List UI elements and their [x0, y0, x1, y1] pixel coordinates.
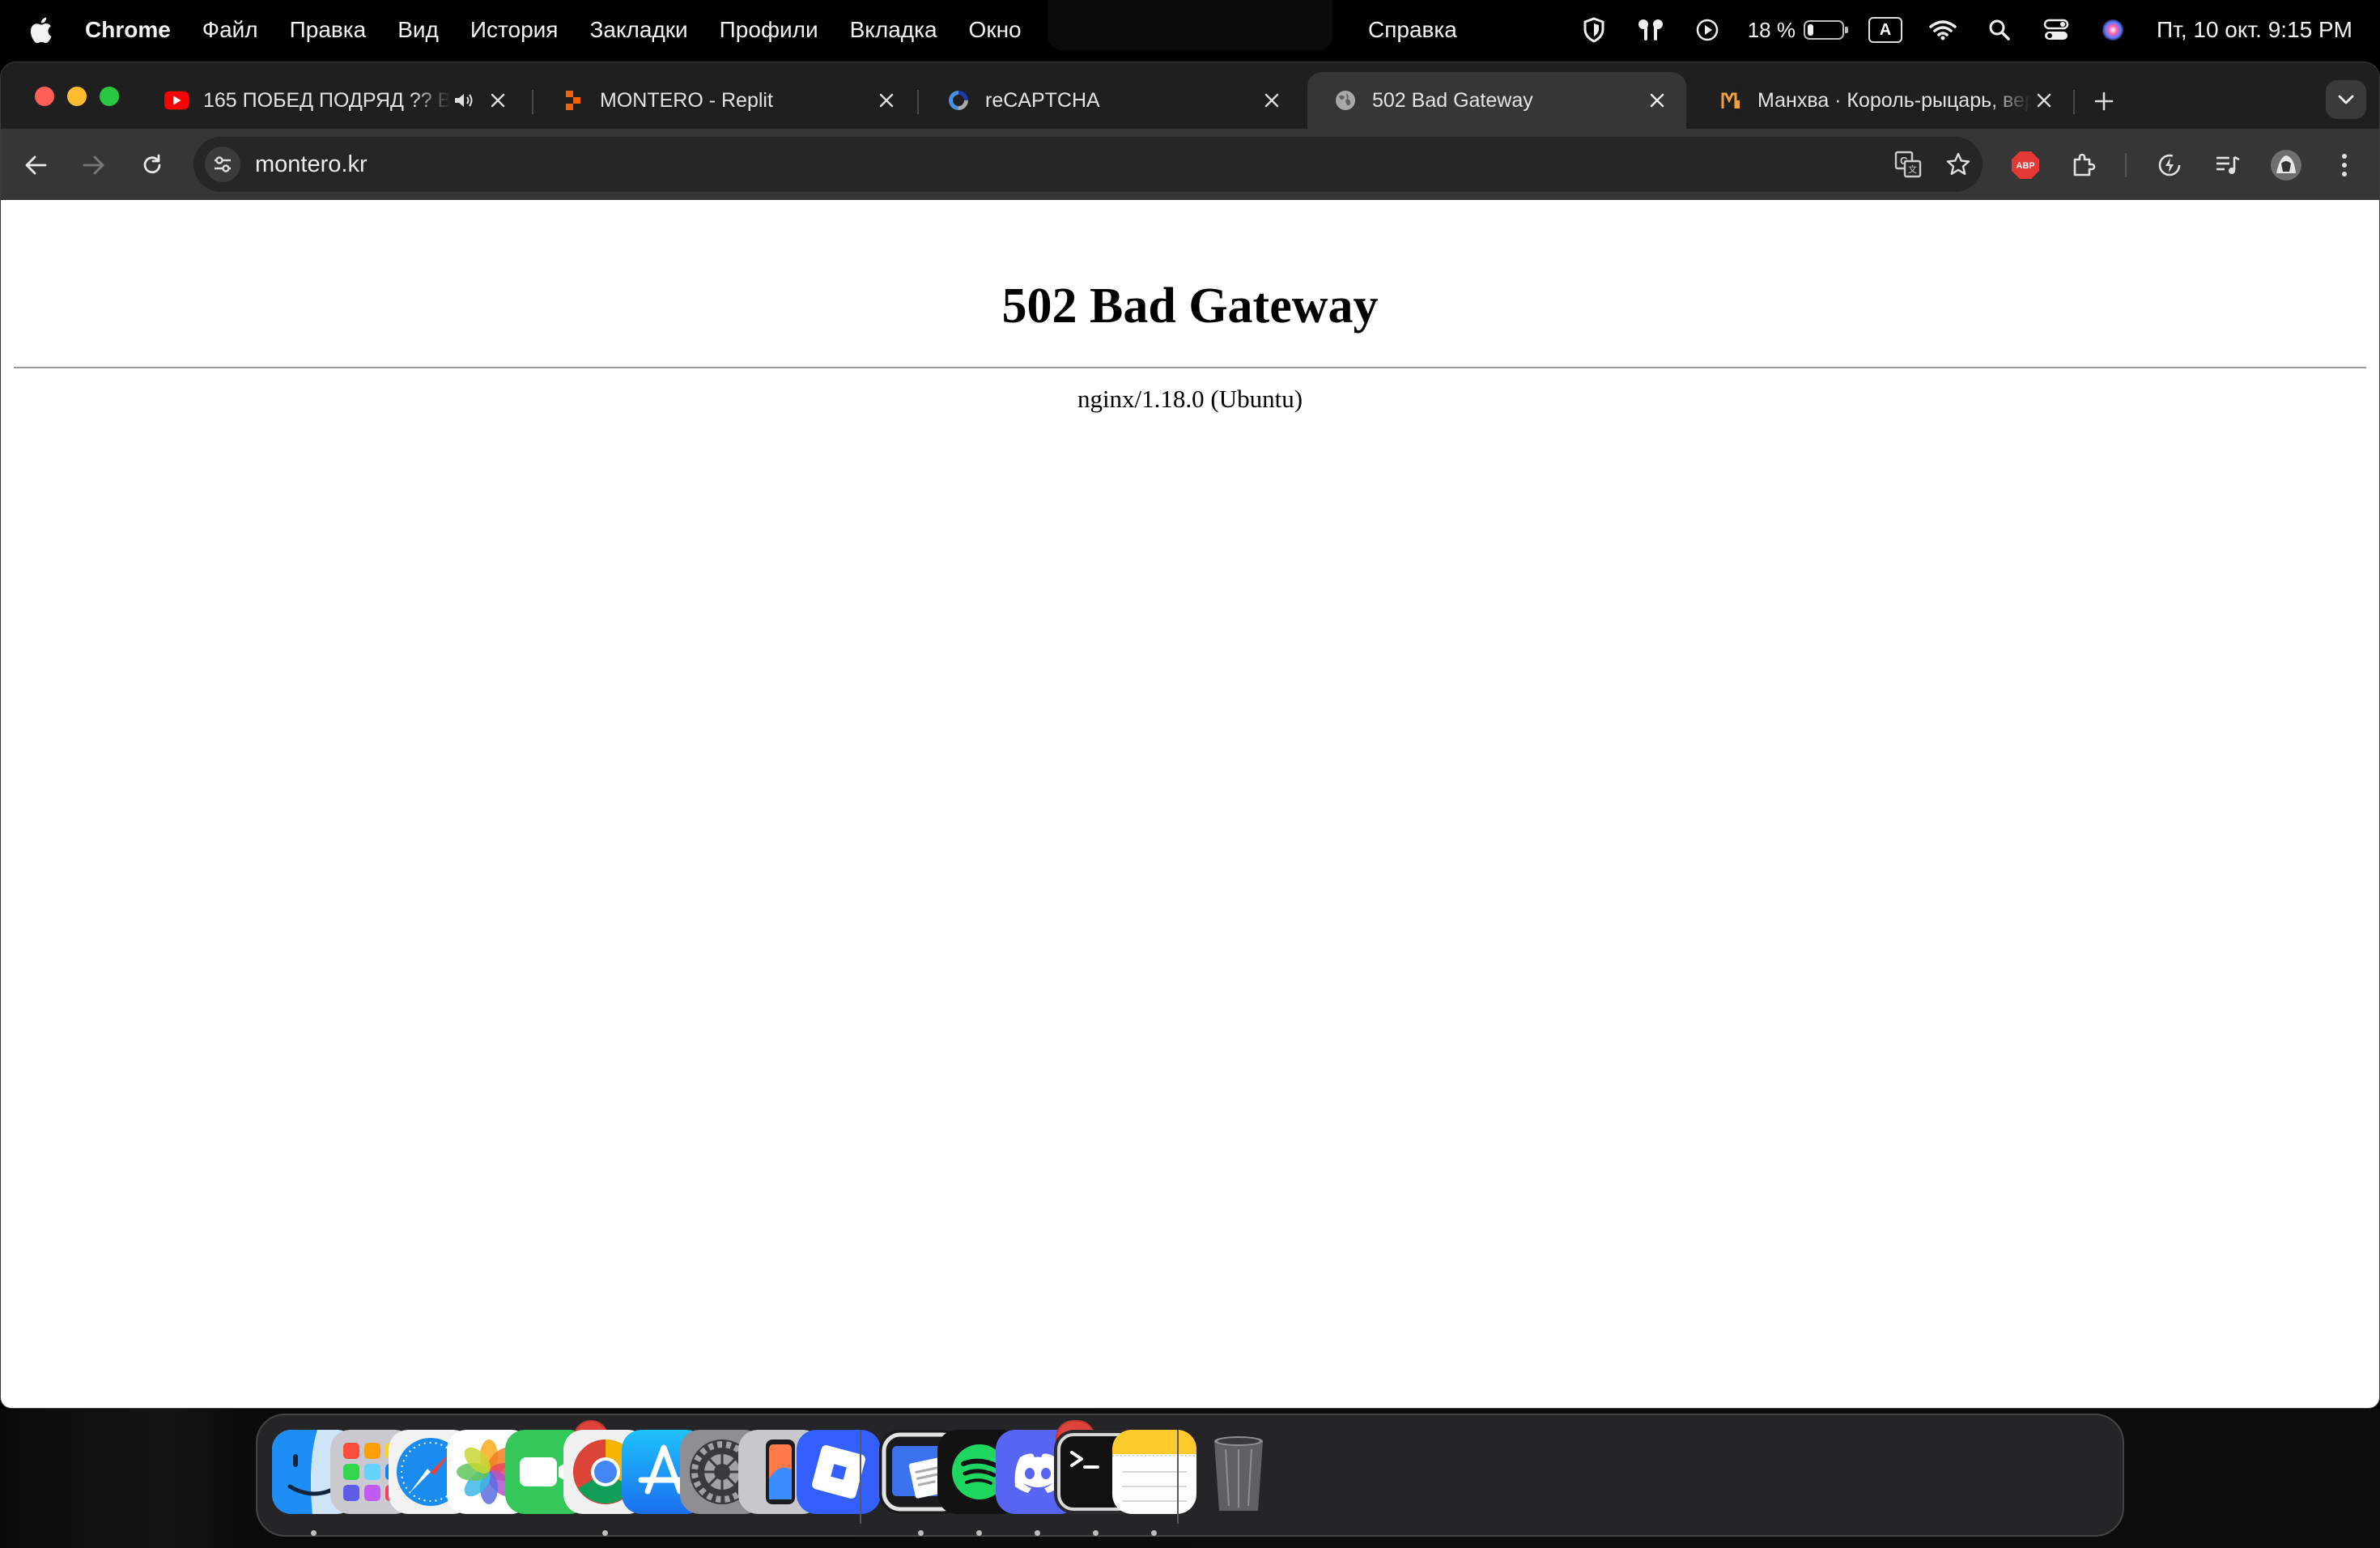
dock-separator: [860, 1430, 861, 1524]
apple-menu-icon[interactable]: [29, 15, 57, 45]
forward-arrow-icon[interactable]: [75, 147, 113, 184]
tab-title: 165 ПОБЕД ПОДРЯД ?? ВЕЧ: [203, 88, 451, 112]
svg-text:ABP: ABP: [2016, 161, 2034, 171]
more-menu-icon[interactable]: [2326, 147, 2363, 184]
dock-separator: [1177, 1430, 1179, 1524]
extensions-puzzle-icon[interactable]: [2065, 147, 2102, 184]
replit-icon: [561, 88, 585, 113]
performance-icon[interactable]: [2151, 147, 2188, 184]
menu-profiles[interactable]: Профили: [720, 17, 818, 43]
page-content: 502 Bad Gateway nginx/1.18.0 (Ubuntu): [1, 200, 2379, 1408]
adblock-plus-icon[interactable]: ABP: [2007, 147, 2044, 184]
address-bar[interactable]: montero.kr G文: [193, 137, 1983, 192]
macos-dock: 2 98: [256, 1414, 2124, 1537]
profile-avatar-icon[interactable]: [2267, 147, 2305, 184]
siri-icon[interactable]: [2097, 14, 2129, 46]
tab-strip: 165 ПОБЕД ПОДРЯД ?? ВЕЧ MONTERO - Replit: [1, 62, 2379, 129]
trash-icon[interactable]: [1196, 1430, 1281, 1514]
menu-tab[interactable]: Вкладка: [850, 17, 937, 43]
wifi-icon[interactable]: [1927, 14, 1959, 46]
tab-separator: [917, 90, 919, 114]
running-indicator: [1151, 1530, 1157, 1536]
running-indicator: [1035, 1530, 1040, 1536]
youtube-icon: [164, 88, 189, 113]
tab-recaptcha[interactable]: reCAPTCHA: [920, 72, 1301, 129]
running-indicator: [602, 1530, 608, 1536]
running-indicator: [1093, 1530, 1099, 1536]
browser-toolbar: montero.kr G文 ABP: [1, 129, 2379, 200]
tab-title: reCAPTCHA: [985, 88, 1100, 112]
bookmark-star-icon[interactable]: [1940, 147, 1976, 182]
tab-title: 502 Bad Gateway: [1372, 88, 1533, 112]
menu-clock[interactable]: Пт, 10 окт. 9:15 PM: [2157, 17, 2352, 43]
tab-title: Манхва · Король-рыцарь, вернувшийся: [1757, 88, 2031, 112]
battery-icon[interactable]: [1803, 20, 1848, 40]
tab-replit[interactable]: MONTERO - Replit: [535, 72, 916, 129]
globe-icon: [1333, 88, 1358, 113]
tab-search-chevron-down-icon[interactable]: [2326, 80, 2366, 119]
back-arrow-icon[interactable]: [17, 147, 54, 184]
svg-text:文: 文: [1908, 164, 1917, 175]
menu-bookmarks[interactable]: Закладки: [589, 17, 687, 43]
notes-icon[interactable]: [1112, 1430, 1196, 1514]
recaptcha-icon: [946, 88, 971, 113]
media-controls-icon[interactable]: [2209, 147, 2246, 184]
menu-edit[interactable]: Правка: [290, 17, 367, 43]
battery-level-fill: [1807, 24, 1813, 36]
battery-percent: 18 %: [1747, 17, 1796, 42]
translate-icon[interactable]: G文: [1890, 147, 1926, 182]
tab-close-icon[interactable]: [1644, 87, 1670, 113]
chrome-window: 165 ПОБЕД ПОДРЯД ?? ВЕЧ MONTERO - Replit: [0, 62, 2380, 1409]
tab-audio-icon[interactable]: [451, 87, 477, 113]
menu-app-name[interactable]: Chrome: [85, 17, 171, 43]
menu-history[interactable]: История: [470, 17, 559, 43]
airpods-icon[interactable]: [1634, 14, 1667, 46]
window-minimize-button[interactable]: [67, 87, 87, 106]
macos-menu-bar: Chrome Файл Правка Вид История Закладки …: [0, 0, 2380, 60]
tab-manhwa[interactable]: Манхва · Король-рыцарь, вернувшийся: [1693, 72, 2073, 129]
manhwa-site-icon: [1719, 88, 1743, 113]
window-zoom-button[interactable]: [100, 87, 119, 106]
spotlight-search-icon[interactable]: [1983, 14, 2016, 46]
horizontal-rule: [14, 367, 2366, 368]
running-indicator: [976, 1530, 982, 1536]
running-indicator: [918, 1530, 924, 1536]
running-indicator: [311, 1530, 317, 1536]
reload-icon[interactable]: [134, 147, 171, 184]
server-signature: nginx/1.18.0 (Ubuntu): [1077, 385, 1303, 413]
shield-icon[interactable]: [1578, 14, 1610, 46]
roblox-icon[interactable]: [797, 1430, 881, 1514]
site-info-tune-icon[interactable]: [205, 147, 240, 182]
error-heading: 502 Bad Gateway: [1001, 279, 1379, 334]
window-close-button[interactable]: [35, 87, 54, 106]
toolbar-divider: [2125, 153, 2127, 177]
tab-close-icon[interactable]: [873, 87, 899, 113]
tab-502-bad-gateway[interactable]: 502 Bad Gateway: [1307, 72, 1686, 129]
tab-close-icon[interactable]: [1259, 87, 1285, 113]
tab-close-icon[interactable]: [485, 87, 511, 113]
tab-close-icon[interactable]: [2031, 87, 2057, 113]
tab-title: MONTERO - Replit: [600, 88, 773, 112]
menu-window[interactable]: Окно: [969, 17, 1022, 43]
new-tab-plus-icon[interactable]: [2088, 85, 2120, 117]
tab-separator: [2073, 90, 2075, 114]
url-text[interactable]: montero.kr: [255, 137, 368, 192]
now-playing-icon[interactable]: [1691, 14, 1723, 46]
camera-notch: [1048, 0, 1332, 50]
status-menu-extras: 18 % A Пт, 10 окт. 9:15 PM: [1553, 0, 2352, 60]
input-source-indicator[interactable]: A: [1868, 17, 1902, 43]
menu-help[interactable]: Справка: [1368, 0, 1457, 60]
menu-file[interactable]: Файл: [202, 17, 258, 43]
menu-view[interactable]: Вид: [397, 17, 439, 43]
tab-youtube[interactable]: 165 ПОБЕД ПОДРЯД ?? ВЕЧ: [138, 72, 527, 129]
control-center-icon[interactable]: [2040, 14, 2072, 46]
tab-separator: [532, 90, 533, 114]
